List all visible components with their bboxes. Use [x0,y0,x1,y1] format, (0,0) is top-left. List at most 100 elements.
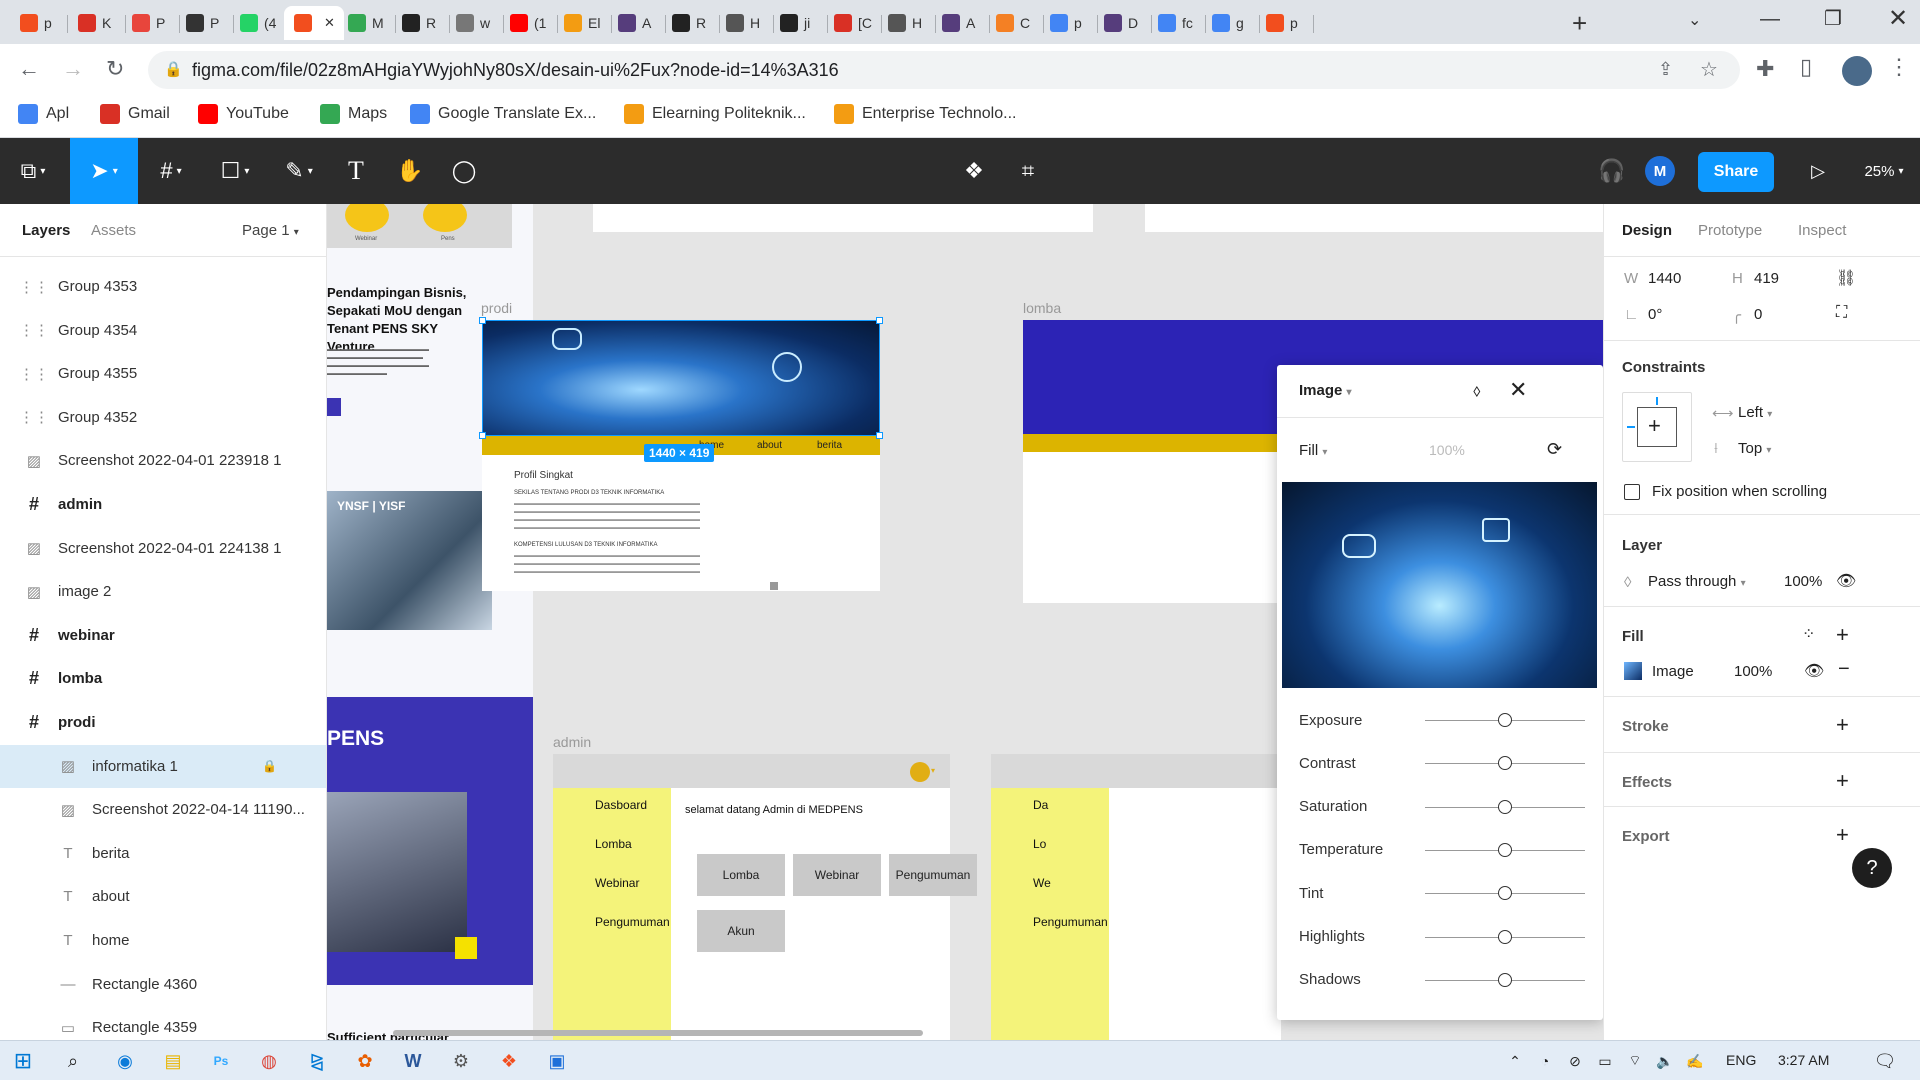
fill-opacity-field[interactable]: 100% [1734,663,1772,680]
layer-row[interactable]: ▭ Rectangle 4359 [0,1006,326,1040]
rotate-image-icon[interactable]: ⟳ [1547,439,1562,460]
file-explorer-icon[interactable]: ▤ [158,1047,188,1075]
close-tab-icon[interactable]: ✕ [324,15,335,31]
browser-tab[interactable]: M [338,6,396,40]
browser-tab[interactable]: P [122,6,180,40]
frame-label-lomba[interactable]: lomba [1023,300,1061,316]
browser-tab[interactable]: w [446,6,504,40]
audio-headphones-icon[interactable]: 🎧 [1594,138,1630,204]
help-button[interactable]: ? [1852,848,1892,888]
frame-admin[interactable]: ▾ Dasboard Lomba Webinar Pengumuman selamat… [553,754,977,1040]
windows-start-icon[interactable]: ⊞ [8,1047,38,1075]
bookmark-item[interactable]: Google Translate Ex... [410,104,596,124]
layer-visibility-eye-icon[interactable]: 👁 [1836,571,1856,591]
browser-tab[interactable]: P [176,6,234,40]
rotation-field[interactable]: 0° [1648,306,1662,323]
reload-icon[interactable]: ↻ [106,56,124,82]
blend-mode-dropdown[interactable]: Pass through ▾ [1648,573,1746,590]
frame-tool-icon[interactable]: # ▾ [146,138,196,204]
present-play-icon[interactable]: ▷ [1800,138,1836,204]
bookmark-item[interactable]: Maps [320,104,387,124]
text-tool-icon[interactable]: T [338,138,374,204]
hand-tool-icon[interactable]: ✋ [392,138,428,204]
browser-tab[interactable]: A [932,6,990,40]
selection-box[interactable] [479,317,883,439]
layer-row[interactable]: # prodi [0,701,326,744]
layer-row[interactable]: ⋮⋮ Group 4355 [0,352,326,395]
resize-handle-tr[interactable] [876,317,883,324]
layer-row[interactable]: ⋮⋮ Group 4353 [0,265,326,308]
browser-tab[interactable]: A [608,6,666,40]
user-avatar[interactable]: M [1645,156,1675,186]
battery-icon[interactable]: ▭ [1590,1047,1620,1075]
layer-row[interactable]: — Rectangle 4360 [0,963,326,1006]
bookmark-item[interactable]: Apl [18,104,69,124]
settings-gear-icon[interactable]: ⚙ [446,1047,476,1075]
browser-tab[interactable]: (1 [500,6,558,40]
layer-row[interactable]: Tabout [0,875,326,918]
chrome-icon[interactable]: ◍ [254,1047,284,1075]
browser-tab[interactable]: R [662,6,720,40]
comment-tool-icon[interactable]: ◯ [446,138,482,204]
slider-knob[interactable] [1498,756,1512,771]
layer-row[interactable]: # webinar [0,614,326,657]
layer-row[interactable]: # lomba [0,657,326,700]
horizontal-constraint-dropdown[interactable]: Left ▾ [1738,404,1772,421]
new-tab-button[interactable]: + [1572,8,1587,39]
shape-tool-icon[interactable]: ☐ ▾ [210,138,260,204]
profile-avatar[interactable] [1842,56,1872,86]
constrain-proportions-icon[interactable]: ⛓ [1836,268,1856,288]
layer-row[interactable]: Thome [0,919,326,962]
fill-image-swatch[interactable] [1624,662,1642,680]
layer-row[interactable]: ▨ image 2 [0,570,326,613]
layer-row[interactable]: # admin [0,483,326,526]
browser-tab[interactable]: p [10,6,68,40]
fill-type[interactable]: Image [1652,663,1694,680]
browser-tab[interactable]: El [554,6,612,40]
notifications-icon[interactable]: 🗨 [1870,1047,1900,1075]
layer-row[interactable]: ⋮⋮ Group 4354 [0,309,326,352]
lock-icon[interactable]: 🔒 [262,759,277,773]
tray-app-icon[interactable]: ◔ [1530,1047,1560,1075]
browser-tab[interactable]: ji [770,6,828,40]
layer-row[interactable]: ▨ informatika 1 🔒 [0,744,326,788]
search-icon[interactable]: ⌕ [58,1047,88,1075]
figma-menu-icon[interactable]: ⧉ ▾ [8,138,58,204]
independent-corners-icon[interactable]: ⛶ [1836,304,1847,322]
add-stroke-icon[interactable]: + [1836,712,1849,738]
popup-close-icon[interactable]: ✕ [1509,377,1527,403]
canvas-horizontal-scrollbar[interactable] [393,1030,923,1036]
constraint-top-marker[interactable] [1656,397,1658,405]
slider-knob[interactable] [1498,713,1512,727]
pen-input-icon[interactable]: ✍ [1680,1047,1710,1075]
photoshop-icon[interactable]: Ps [206,1047,236,1075]
figma-app-icon[interactable]: ❖ [494,1047,524,1075]
vscode-icon[interactable]: ⧎ [302,1047,332,1075]
extensions-icon[interactable]: ✚ [1756,56,1774,82]
photos-icon[interactable]: ▣ [542,1047,572,1075]
word-icon[interactable]: W [398,1047,428,1075]
browser-tab[interactable]: g [1202,6,1260,40]
xampp-icon[interactable]: ✿ [350,1047,380,1075]
popup-title[interactable]: Image ▾ [1299,382,1352,399]
browser-tab[interactable]: R [392,6,450,40]
forward-icon[interactable]: → [62,56,84,82]
tab-layers[interactable]: Layers [22,222,70,239]
tray-chevron-icon[interactable]: ⌃ [1500,1047,1530,1075]
tab-inspect[interactable]: Inspect [1798,222,1846,239]
browser-tab[interactable]: p [1256,6,1314,40]
zoom-menu[interactable]: 25% ▾ [1856,138,1912,204]
browser-tab[interactable]: p [1040,6,1098,40]
tab-search-chevron-icon[interactable]: ⌄ [1688,10,1701,30]
layer-opacity-field[interactable]: 100% [1784,573,1822,590]
crop-icon[interactable]: ⌗ [1008,138,1048,204]
browser-tab[interactable]: fc [1148,6,1206,40]
corner-radius-field[interactable]: 0 [1754,306,1762,323]
move-tool-icon[interactable]: ➤ ▾ [70,138,138,204]
bookmark-item[interactable]: YouTube [198,104,289,124]
close-window-icon[interactable]: ✕ [1888,4,1908,33]
back-icon[interactable]: ← [18,56,40,82]
clock[interactable]: 3:27 AM [1778,1052,1829,1068]
tab-prototype[interactable]: Prototype [1698,222,1762,239]
image-preview[interactable] [1282,482,1597,688]
